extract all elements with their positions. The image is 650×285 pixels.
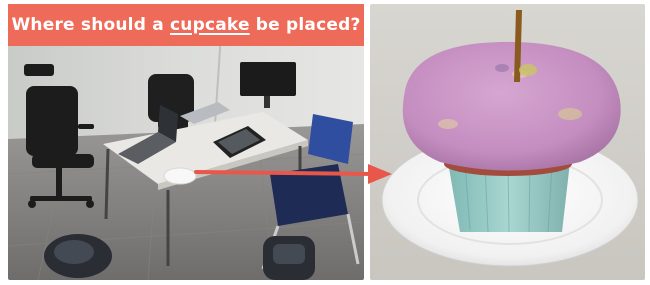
question-text: Where should a cupcake be placed? [11,15,361,35]
cupcake-on-plate-render [370,4,645,280]
question-banner: Where should a cupcake be placed? [8,4,364,46]
figure: Where should a cupcake be placed? [0,0,650,285]
question-keyword: cupcake [170,15,250,35]
